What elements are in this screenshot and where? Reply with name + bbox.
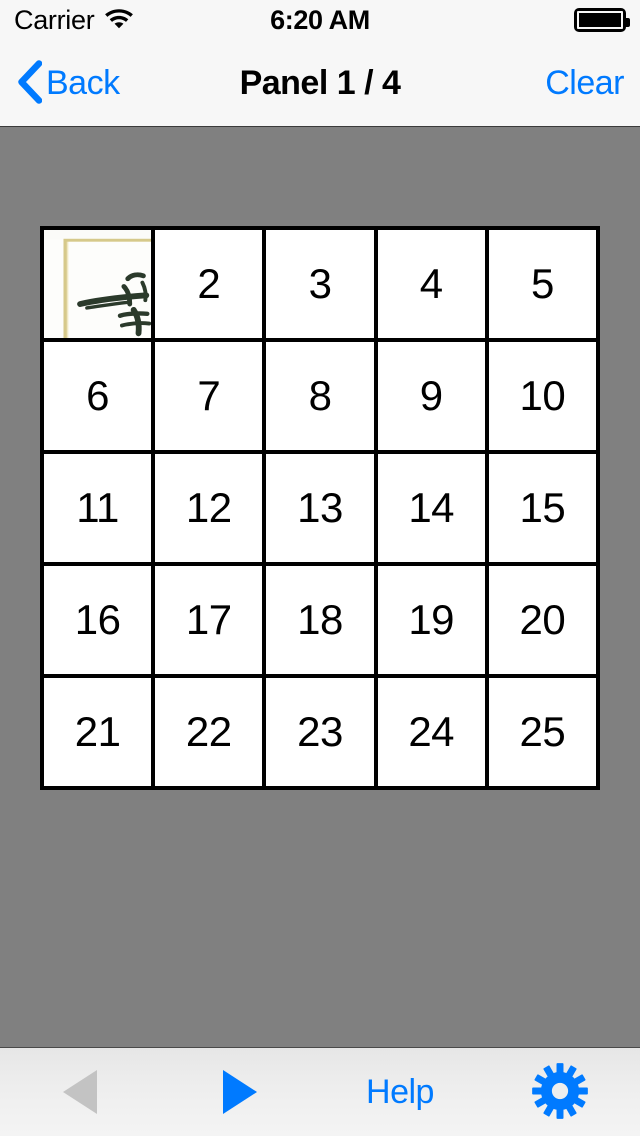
- puzzle-tile-label: 20: [519, 596, 566, 643]
- puzzle-tile-label: 11: [76, 484, 119, 531]
- puzzle-tile[interactable]: 23: [266, 678, 374, 786]
- puzzle-tile[interactable]: 22: [155, 678, 263, 786]
- carrier-label: Carrier: [14, 4, 95, 35]
- puzzle-tile-label: 16: [74, 596, 121, 643]
- puzzle-tile-label: 18: [297, 596, 343, 643]
- app-root: Carrier 6:20 AM Back Panel 1 / 4 Clear 2…: [0, 0, 640, 1136]
- help-button[interactable]: Help: [320, 1048, 480, 1136]
- back-button[interactable]: Back: [16, 59, 120, 107]
- puzzle-tile-label: 24: [408, 708, 455, 755]
- puzzle-tile[interactable]: 19: [377, 566, 485, 674]
- previous-panel-button[interactable]: [0, 1048, 160, 1136]
- puzzle-tile[interactable]: 13: [266, 454, 374, 562]
- puzzle-tile[interactable]: 6: [44, 342, 152, 450]
- puzzle-tile-label: 4: [419, 260, 443, 307]
- puzzle-tile-label: 8: [308, 372, 332, 419]
- chevron-left-icon: [16, 59, 43, 107]
- next-panel-button[interactable]: [160, 1048, 320, 1136]
- puzzle-tile-label: 12: [185, 484, 232, 531]
- puzzle-tile-revealed[interactable]: [44, 230, 152, 338]
- puzzle-tile[interactable]: 25: [488, 678, 596, 786]
- puzzle-tile[interactable]: 11: [44, 454, 152, 562]
- triangle-left-icon: [63, 1070, 97, 1114]
- calligraphy-photo-fragment: [44, 230, 152, 338]
- puzzle-tile-label: 3: [308, 260, 332, 307]
- back-button-label: Back: [46, 64, 120, 102]
- bottom-toolbar: Help: [0, 1047, 640, 1136]
- puzzle-tile[interactable]: 24: [377, 678, 485, 786]
- puzzle-tile[interactable]: 21: [44, 678, 152, 786]
- puzzle-tile-label: 23: [297, 708, 343, 755]
- battery-full-icon: [574, 8, 630, 32]
- puzzle-tile[interactable]: 12: [155, 454, 263, 562]
- settings-button[interactable]: [480, 1048, 640, 1136]
- puzzle-tile[interactable]: 4: [377, 230, 485, 338]
- puzzle-tile[interactable]: 16: [44, 566, 152, 674]
- puzzle-tile-label: 15: [519, 484, 566, 531]
- puzzle-tile[interactable]: 7: [155, 342, 263, 450]
- puzzle-tile[interactable]: 18: [266, 566, 374, 674]
- puzzle-tile[interactable]: 10: [488, 342, 596, 450]
- puzzle-tile[interactable]: 14: [377, 454, 485, 562]
- content-area: 2 3 4 5 6 7 8 9 10 11 12 13 14 15 16 17 18 19 20 21 22 23 24 25: [0, 127, 640, 1047]
- navigation-bar: Back Panel 1 / 4 Clear: [0, 40, 640, 127]
- puzzle-tile[interactable]: 2: [155, 230, 263, 338]
- help-button-label: Help: [366, 1073, 434, 1111]
- triangle-right-icon: [223, 1070, 257, 1114]
- puzzle-tile-label: 13: [297, 484, 343, 531]
- status-bar: Carrier 6:20 AM: [0, 0, 640, 40]
- status-bar-left: Carrier: [14, 6, 134, 34]
- clear-button[interactable]: Clear: [545, 66, 624, 100]
- puzzle-tile-label: 25: [519, 708, 566, 755]
- puzzle-tile[interactable]: 15: [488, 454, 596, 562]
- battery-fill: [577, 11, 623, 29]
- puzzle-tile-label: 9: [419, 372, 443, 419]
- puzzle-tile-label: 2: [197, 260, 221, 307]
- status-bar-right: [574, 8, 630, 32]
- puzzle-tile[interactable]: 20: [488, 566, 596, 674]
- gear-icon: [531, 1062, 589, 1123]
- puzzle-tile-label: 17: [185, 596, 232, 643]
- puzzle-tile-label: 7: [197, 372, 221, 419]
- puzzle-tile-label: 22: [185, 708, 232, 755]
- puzzle-tile-label: 14: [408, 484, 455, 531]
- puzzle-tile[interactable]: 8: [266, 342, 374, 450]
- puzzle-tile[interactable]: 3: [266, 230, 374, 338]
- puzzle-tile-label: 6: [86, 372, 110, 419]
- puzzle-tile-label: 5: [530, 260, 554, 307]
- puzzle-tile-label: 19: [408, 596, 455, 643]
- puzzle-tile[interactable]: 17: [155, 566, 263, 674]
- puzzle-tile-label: 10: [519, 372, 566, 419]
- puzzle-tile-label: 21: [74, 708, 121, 755]
- puzzle-tile[interactable]: 5: [488, 230, 596, 338]
- puzzle-tile[interactable]: 9: [377, 342, 485, 450]
- wifi-icon: [104, 6, 134, 34]
- puzzle-grid: 2 3 4 5 6 7 8 9 10 11 12 13 14 15 16 17 18 19 20 21 22 23 24 25: [40, 226, 600, 790]
